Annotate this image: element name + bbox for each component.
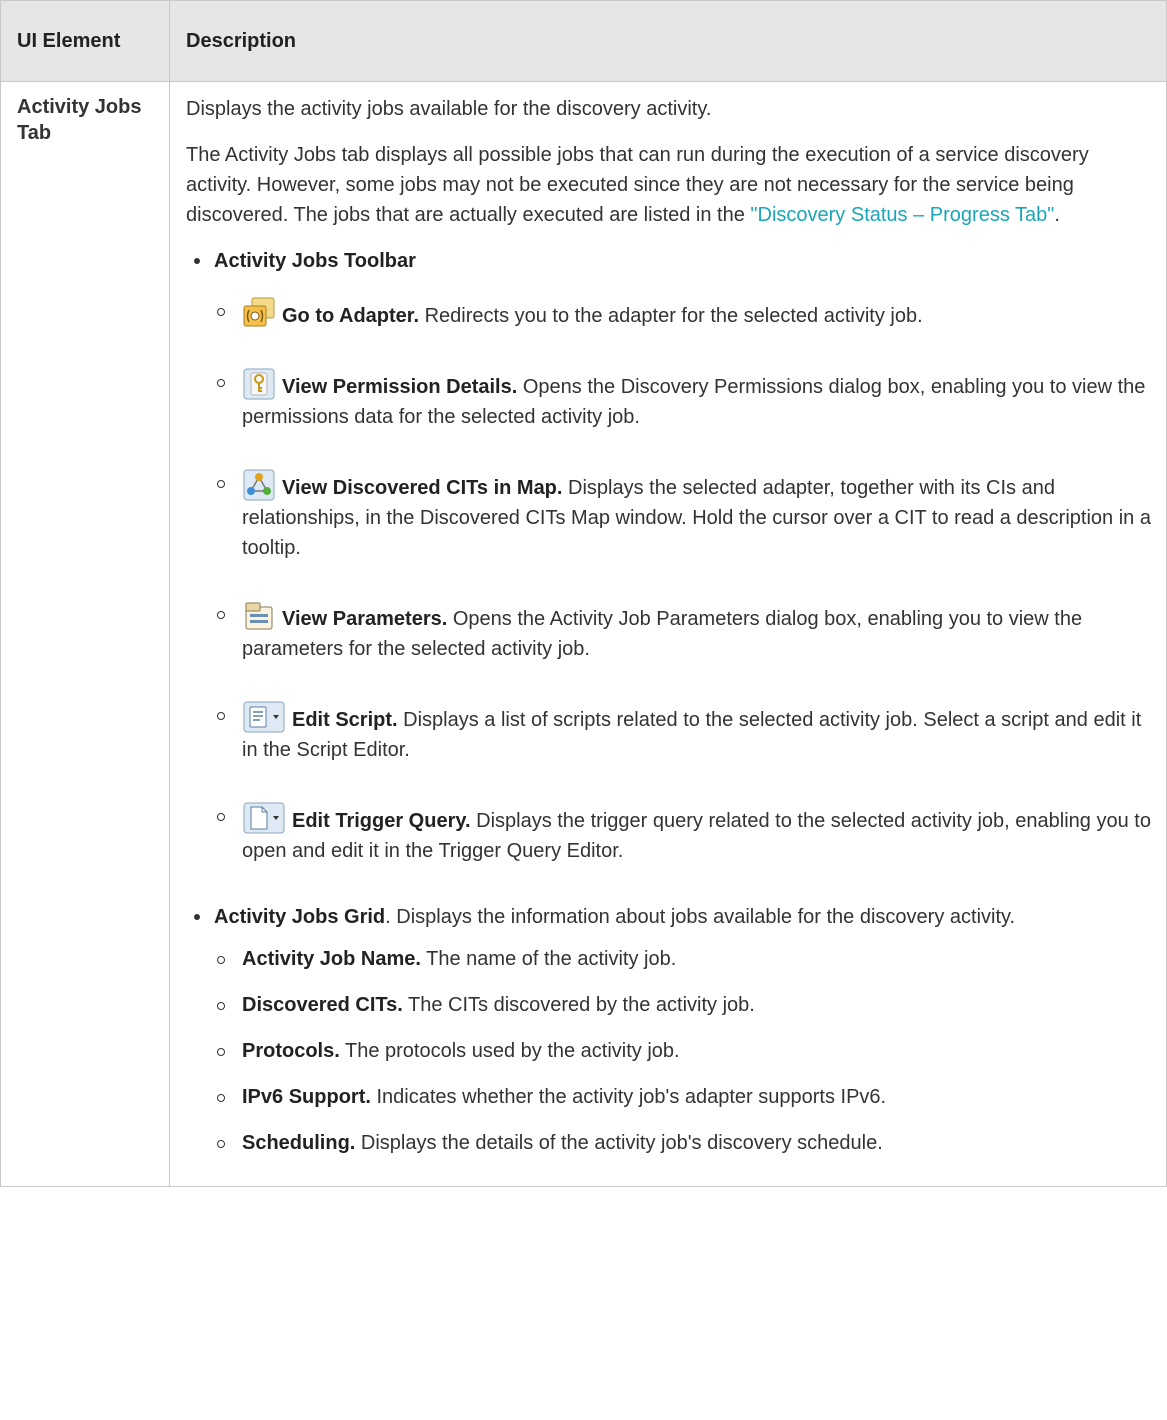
ui-element-header: UI Element — [0, 0, 170, 82]
grid-desc: . Displays the information about jobs av… — [385, 906, 1016, 928]
key-permission-icon — [242, 367, 276, 401]
section-list: Activity Jobs Toolbar Go to Adapter. Red… — [186, 246, 1154, 1158]
grid-item-desc: The name of the activity job. — [420, 948, 677, 970]
ui-element-table: UI Element Description Activity Jobs Tab… — [0, 0, 1167, 1187]
toolbar-items: Go to Adapter. Redirects you to the adap… — [214, 296, 1154, 866]
element-name: Activity Jobs Tab — [0, 81, 170, 1187]
tool-name: View Permission Details. — [282, 376, 518, 398]
table-header-row: UI Element Description — [0, 0, 1167, 82]
progress-tab-link[interactable]: "Discovery Status – Progress Tab" — [750, 204, 1054, 226]
list-item: Protocols. The protocols used by the act… — [214, 1036, 1154, 1066]
grid-item-desc: The CITs discovered by the activity job. — [402, 994, 755, 1016]
list-item: Activity Job Name. The name of the activ… — [214, 944, 1154, 974]
toolbar-title: Activity Jobs Toolbar — [214, 250, 416, 272]
cit-map-icon — [242, 468, 276, 502]
intro-text: Displays the activity jobs available for… — [186, 98, 712, 120]
list-item: Go to Adapter. Redirects you to the adap… — [214, 296, 1154, 331]
list-item: IPv6 Support. Indicates whether the acti… — [214, 1082, 1154, 1112]
description-paragraph: The Activity Jobs tab displays all possi… — [186, 140, 1154, 230]
tool-name: Edit Script. — [292, 709, 398, 731]
toolbar-section: Activity Jobs Toolbar Go to Adapter. Red… — [186, 246, 1154, 866]
grid-item-desc: Indicates whether the activity job's ada… — [370, 1086, 887, 1108]
edit-trigger-query-dropdown-icon — [242, 801, 286, 835]
tool-name: View Discovered CITs in Map. — [282, 477, 563, 499]
tool-desc: Redirects you to the adapter for the sel… — [419, 305, 923, 327]
list-item: Scheduling. Displays the details of the … — [214, 1128, 1154, 1158]
grid-items: Activity Job Name. The name of the activ… — [214, 944, 1154, 1158]
list-item: View Discovered CITs in Map. Displays th… — [214, 468, 1154, 563]
tool-name: Go to Adapter. — [282, 305, 420, 327]
grid-item-desc: The protocols used by the activity job. — [339, 1040, 680, 1062]
edit-script-dropdown-icon — [242, 700, 286, 734]
go-to-adapter-icon — [242, 296, 276, 330]
list-item: Discovered CITs. The CITs discovered by … — [214, 990, 1154, 1020]
paragraph-end: . — [1054, 204, 1060, 226]
tool-name: Edit Trigger Query. — [292, 810, 471, 832]
grid-item-desc: Displays the details of the activity job… — [355, 1132, 883, 1154]
grid-item-name: Discovered CITs. — [242, 994, 403, 1016]
tool-name: View Parameters. — [282, 608, 448, 630]
parameters-icon — [242, 599, 276, 633]
description-header: Description — [169, 0, 1167, 82]
list-item: Edit Script. Displays a list of scripts … — [214, 700, 1154, 765]
list-item: Edit Trigger Query. Displays the trigger… — [214, 801, 1154, 866]
list-item: View Parameters. Opens the Activity Job … — [214, 599, 1154, 664]
grid-item-name: Activity Job Name. — [242, 948, 421, 970]
grid-item-name: Protocols. — [242, 1040, 340, 1062]
grid-item-name: Scheduling. — [242, 1132, 356, 1154]
element-description: Displays the activity jobs available for… — [169, 81, 1167, 1187]
list-item: View Permission Details. Opens the Disco… — [214, 367, 1154, 432]
table-row: Activity Jobs Tab Displays the activity … — [0, 81, 1167, 1187]
grid-section: Activity Jobs Grid. Displays the informa… — [186, 902, 1154, 1158]
grid-title: Activity Jobs Grid — [214, 906, 386, 928]
grid-item-name: IPv6 Support. — [242, 1086, 371, 1108]
